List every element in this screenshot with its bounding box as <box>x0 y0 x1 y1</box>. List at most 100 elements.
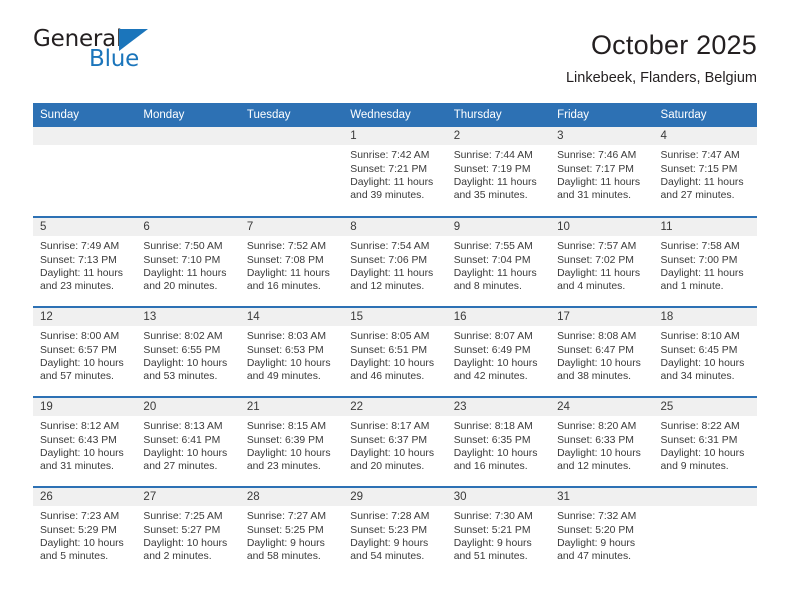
sunrise-time: Sunrise: 8:22 AM <box>660 421 740 433</box>
daylight-duration-line1: Daylight: 10 hours <box>557 357 641 369</box>
daylight-duration-line1: Daylight: 11 hours <box>350 176 434 188</box>
day-details: Sunrise: 7:50 AM Sunset: 7:10 PM Daylight:… <box>136 236 239 293</box>
calendar-day-cell[interactable]: 20 Sunrise: 8:13 AM Sunset: 6:41 PM Dayligh… <box>136 396 240 488</box>
daylight-duration-line1: Daylight: 10 hours <box>40 537 124 549</box>
sunrise-time: Sunrise: 7:49 AM <box>40 241 120 253</box>
calendar-day-cell[interactable]: 22 Sunrise: 8:17 AM Sunset: 6:37 PM Dayligh… <box>343 396 447 488</box>
sunset-time: Sunset: 6:37 PM <box>350 434 428 446</box>
sunset-time: Sunset: 5:21 PM <box>453 524 531 536</box>
calendar-day-cell[interactable]: 15 Sunrise: 8:05 AM Sunset: 6:51 PM Dayligh… <box>343 306 447 398</box>
day-number: 13 <box>136 308 240 327</box>
calendar-day-cell[interactable]: 3 Sunrise: 7:46 AM Sunset: 7:17 PM Daylight… <box>550 127 654 217</box>
day-details: Sunrise: 8:17 AM Sunset: 6:37 PM Daylight:… <box>343 416 446 473</box>
calendar-day-cell[interactable]: 19 Sunrise: 8:12 AM Sunset: 6:43 PM Dayligh… <box>33 396 137 488</box>
calendar-day-cell[interactable]: 23 Sunrise: 8:18 AM Sunset: 6:35 PM Dayligh… <box>446 396 551 488</box>
daylight-duration-line1: Daylight: 11 hours <box>350 267 434 279</box>
calendar-day-cell[interactable]: 28 Sunrise: 7:27 AM Sunset: 5:25 PM Dayligh… <box>239 486 344 578</box>
daylight-duration-line1: Daylight: 11 hours <box>660 176 744 188</box>
calendar-day-cell[interactable]: 5 Sunrise: 7:49 AM Sunset: 7:13 PM Daylight… <box>33 216 137 308</box>
daylight-duration-line2: and 39 minutes. <box>350 190 425 202</box>
calendar-day-cell[interactable]: 4 Sunrise: 7:47 AM Sunset: 7:15 PM Daylight… <box>653 127 757 217</box>
calendar-day-cell[interactable]: 26 Sunrise: 7:23 AM Sunset: 5:29 PM Dayligh… <box>33 486 137 578</box>
daylight-duration-line1: Daylight: 10 hours <box>557 447 641 459</box>
sunrise-time: Sunrise: 7:50 AM <box>143 241 223 253</box>
daylight-duration-line2: and 12 minutes. <box>350 281 425 293</box>
day-details: Sunrise: 7:49 AM Sunset: 7:13 PM Daylight:… <box>33 236 136 293</box>
calendar-day-cell[interactable]: 18 Sunrise: 8:10 AM Sunset: 6:45 PM Dayligh… <box>653 306 757 398</box>
calendar-day-cell[interactable]: 11 Sunrise: 7:58 AM Sunset: 7:00 PM Dayligh… <box>653 216 757 308</box>
calendar-day-cell[interactable]: 8 Sunrise: 7:54 AM Sunset: 7:06 PM Daylight… <box>343 216 447 308</box>
day-number: 1 <box>343 127 447 146</box>
day-details: Sunrise: 7:47 AM Sunset: 7:15 PM Daylight:… <box>654 145 757 202</box>
sunrise-time: Sunrise: 7:46 AM <box>557 150 637 162</box>
calendar-day-cell[interactable]: 6 Sunrise: 7:50 AM Sunset: 7:10 PM Daylight… <box>136 216 240 308</box>
sunset-time: Sunset: 6:33 PM <box>557 434 634 446</box>
daylight-duration-line1: Daylight: 10 hours <box>350 447 435 459</box>
day-number: 4 <box>653 127 757 146</box>
calendar-day-cell[interactable]: 24 Sunrise: 8:20 AM Sunset: 6:33 PM Dayligh… <box>550 396 654 488</box>
calendar-day-cell[interactable]: 21 Sunrise: 8:15 AM Sunset: 6:39 PM Dayligh… <box>239 396 344 488</box>
day-details: Sunrise: 8:05 AM Sunset: 6:51 PM Daylight:… <box>343 326 446 383</box>
sunrise-time: Sunrise: 7:28 AM <box>350 511 430 523</box>
day-number: 24 <box>550 398 654 417</box>
calendar-day-cell[interactable]: 14 Sunrise: 8:03 AM Sunset: 6:53 PM Dayligh… <box>239 306 344 398</box>
calendar-day-cell[interactable]: 7 Sunrise: 7:52 AM Sunset: 7:08 PM Daylight… <box>239 216 344 308</box>
calendar-week-row: 5 Sunrise: 7:49 AM Sunset: 7:13 PM Daylight… <box>33 216 757 308</box>
day-number: 10 <box>550 218 654 237</box>
calendar-day-cell[interactable]: 10 Sunrise: 7:57 AM Sunset: 7:02 PM Dayligh… <box>550 216 654 308</box>
daylight-duration-line1: Daylight: 9 hours <box>557 537 636 549</box>
calendar-day-cell[interactable]: 1 Sunrise: 7:42 AM Sunset: 7:21 PM Daylight… <box>343 127 447 217</box>
general-blue-logo[interactable]: General Blue <box>33 28 149 71</box>
calendar-day-cell[interactable]: 31 Sunrise: 7:32 AM Sunset: 5:20 PM Dayligh… <box>550 486 654 578</box>
day-number: 14 <box>239 308 344 327</box>
daylight-duration-line1: Daylight: 10 hours <box>143 537 228 549</box>
daylight-duration-line1: Daylight: 10 hours <box>40 357 124 369</box>
sunset-time: Sunset: 6:41 PM <box>143 434 221 446</box>
daylight-duration-line2: and 16 minutes. <box>246 281 321 293</box>
day-number: 8 <box>343 218 447 237</box>
sunrise-time: Sunrise: 7:23 AM <box>40 511 120 523</box>
sunset-time: Sunset: 7:13 PM <box>40 254 117 266</box>
day-details: Sunrise: 8:12 AM Sunset: 6:43 PM Daylight:… <box>33 416 136 473</box>
calendar-day-cell[interactable]: 30 Sunrise: 7:30 AM Sunset: 5:21 PM Dayligh… <box>446 486 551 578</box>
sunset-time: Sunset: 7:19 PM <box>453 163 531 175</box>
sunset-time: Sunset: 6:35 PM <box>453 434 531 446</box>
day-number: 29 <box>343 488 447 507</box>
calendar-header-row-group: Sunday Monday Tuesday Wednesday Thursday… <box>33 103 757 128</box>
daylight-duration-line2: and 4 minutes. <box>557 281 626 293</box>
calendar-day-cell[interactable]: 13 Sunrise: 8:02 AM Sunset: 6:55 PM Dayligh… <box>136 306 240 398</box>
day-number: 27 <box>136 488 240 507</box>
daylight-duration-line1: Daylight: 10 hours <box>143 357 228 369</box>
daylight-duration-line2: and 34 minutes. <box>660 371 735 383</box>
daylight-duration-line1: Daylight: 10 hours <box>660 357 745 369</box>
calendar-day-cell[interactable]: 12 Sunrise: 8:00 AM Sunset: 6:57 PM Dayligh… <box>33 306 137 398</box>
sunrise-time: Sunrise: 8:07 AM <box>453 331 533 343</box>
day-details: Sunrise: 7:32 AM Sunset: 5:20 PM Daylight:… <box>550 506 653 563</box>
calendar-day-cell[interactable]: 17 Sunrise: 8:08 AM Sunset: 6:47 PM Dayligh… <box>550 306 654 398</box>
weekday-header-monday: Monday <box>136 103 240 128</box>
sunrise-time: Sunrise: 8:15 AM <box>246 421 326 433</box>
weekday-header-thursday: Thursday <box>446 103 551 128</box>
sunrise-time: Sunrise: 7:44 AM <box>453 150 533 162</box>
calendar-day-cell[interactable]: 27 Sunrise: 7:25 AM Sunset: 5:27 PM Dayligh… <box>136 486 240 578</box>
day-number: 25 <box>653 398 757 417</box>
day-details: Sunrise: 8:22 AM Sunset: 6:31 PM Daylight:… <box>654 416 757 473</box>
sunrise-time: Sunrise: 7:27 AM <box>246 511 326 523</box>
day-number: 22 <box>343 398 447 417</box>
daylight-duration-line1: Daylight: 11 hours <box>143 267 227 279</box>
daylight-duration-line1: Daylight: 10 hours <box>453 447 538 459</box>
daylight-duration-line1: Daylight: 11 hours <box>246 267 330 279</box>
daylight-duration-line2: and 9 minutes. <box>660 461 729 473</box>
daylight-duration-line1: Daylight: 9 hours <box>350 537 429 549</box>
sunrise-time: Sunrise: 7:25 AM <box>143 511 223 523</box>
calendar-day-cell[interactable]: 2 Sunrise: 7:44 AM Sunset: 7:19 PM Daylight… <box>446 127 551 217</box>
calendar-day-cell[interactable]: 29 Sunrise: 7:28 AM Sunset: 5:23 PM Dayligh… <box>343 486 447 578</box>
day-details: Sunrise: 7:27 AM Sunset: 5:25 PM Daylight:… <box>240 506 343 563</box>
calendar-day-cell[interactable]: 16 Sunrise: 8:07 AM Sunset: 6:49 PM Dayligh… <box>446 306 551 398</box>
day-details: Sunrise: 7:46 AM Sunset: 7:17 PM Daylight:… <box>550 145 653 202</box>
page-header: General Blue October 2025 Linkebeek, Fla… <box>0 0 792 87</box>
calendar-day-cell[interactable]: 25 Sunrise: 8:22 AM Sunset: 6:31 PM Dayligh… <box>653 396 757 488</box>
sunset-time: Sunset: 7:04 PM <box>453 254 531 266</box>
calendar-day-cell[interactable]: 9 Sunrise: 7:55 AM Sunset: 7:04 PM Daylight… <box>446 216 551 308</box>
sunset-time: Sunset: 7:15 PM <box>660 163 738 175</box>
